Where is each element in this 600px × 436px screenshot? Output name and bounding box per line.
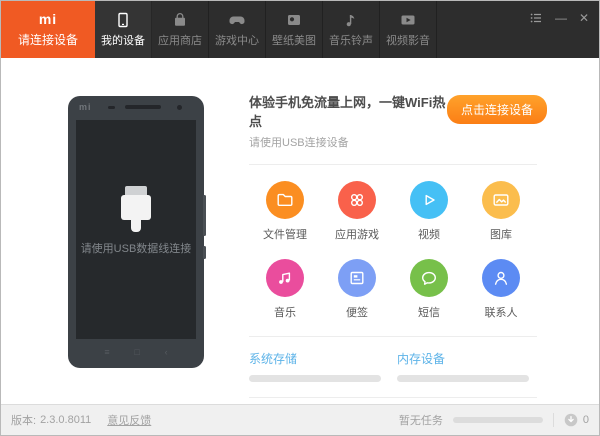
divider bbox=[249, 164, 537, 165]
phone-nav-bar: ≡ □ ‹ bbox=[68, 344, 204, 360]
system-storage: 系统存储 bbox=[249, 350, 381, 382]
phone-menu-icon: ≡ bbox=[104, 347, 110, 357]
statusbar-separator bbox=[552, 413, 554, 427]
connect-tab-label: 请连接设备 bbox=[17, 33, 78, 47]
shortcut-grid: 文件管理 应用游戏 视频 图库 音乐 便签 短信 联系人 bbox=[249, 181, 537, 320]
picture-icon bbox=[285, 11, 303, 29]
shortcut-contacts[interactable]: 联系人 bbox=[465, 259, 537, 320]
header-title: 体验手机免流量上网，一键WiFi热点 bbox=[249, 95, 446, 129]
usb-connect-hint: 请使用USB数据线连接 bbox=[80, 243, 192, 255]
status-bar: 版本: 2.3.0.8011 意见反馈 暂无任务 0 bbox=[1, 404, 599, 435]
tab-game-center[interactable]: 游戏中心 bbox=[209, 1, 266, 58]
folder-icon bbox=[266, 181, 304, 219]
play-icon bbox=[410, 181, 448, 219]
download-icon[interactable] bbox=[564, 413, 578, 427]
shortcut-gallery[interactable]: 图库 bbox=[465, 181, 537, 242]
music-note-icon bbox=[342, 11, 360, 29]
shortcut-messages[interactable]: 短信 bbox=[393, 259, 465, 320]
phone-screen: 请使用USB数据线连接 bbox=[76, 120, 196, 339]
phone-sensor bbox=[108, 106, 115, 109]
phone-icon bbox=[114, 11, 132, 29]
contact-icon bbox=[482, 259, 520, 297]
minimize-icon[interactable]: — bbox=[555, 12, 567, 24]
shortcut-label: 文件管理 bbox=[263, 229, 307, 241]
tab-label: 视频影音 bbox=[386, 35, 430, 47]
divider bbox=[249, 397, 537, 398]
shortcut-video[interactable]: 视频 bbox=[393, 181, 465, 242]
mi-logo: mi bbox=[38, 11, 58, 27]
tab-video[interactable]: 视频影音 bbox=[380, 1, 437, 58]
gallery-icon bbox=[482, 181, 520, 219]
app-window: mi 请连接设备 我的设备 应用商店 游戏中心 壁纸美图 音乐铃声 视频影音 —… bbox=[0, 0, 600, 436]
phone-home-icon: □ bbox=[134, 347, 140, 357]
gamepad-icon bbox=[228, 11, 246, 29]
divider bbox=[249, 336, 537, 337]
storage-section: 系统存储 内存设备 bbox=[249, 350, 537, 382]
content-panel: 体验手机免流量上网，一键WiFi热点 请使用USB连接设备 点击连接设备 文件管… bbox=[249, 58, 547, 427]
phone-panel: mi 请使用USB数据线连接 ≡ □ ‹ bbox=[1, 58, 246, 404]
task-status-text: 暂无任务 bbox=[398, 415, 443, 427]
tab-my-device[interactable]: 我的设备 bbox=[95, 1, 152, 58]
tab-music-ringtones[interactable]: 音乐铃声 bbox=[323, 1, 380, 58]
window-controls: — ✕ bbox=[529, 11, 589, 25]
shortcut-label: 联系人 bbox=[484, 307, 518, 319]
phone-mi-logo: mi bbox=[79, 102, 92, 112]
tab-label: 音乐铃声 bbox=[329, 35, 373, 47]
top-navigation-bar: mi 请连接设备 我的设备 应用商店 游戏中心 壁纸美图 音乐铃声 视频影音 —… bbox=[1, 1, 599, 58]
wifi-hotspot-header: 体验手机免流量上网，一键WiFi热点 请使用USB连接设备 点击连接设备 bbox=[249, 92, 547, 150]
shortcut-apps-games[interactable]: 应用游戏 bbox=[321, 181, 393, 242]
download-count: 0 bbox=[582, 414, 589, 426]
tab-label: 应用商店 bbox=[158, 35, 202, 47]
shortcut-label: 图库 bbox=[490, 229, 512, 241]
tab-label: 壁纸美图 bbox=[272, 35, 316, 47]
shortcut-notes[interactable]: 便签 bbox=[321, 259, 393, 320]
tab-label: 我的设备 bbox=[101, 35, 145, 47]
system-storage-bar bbox=[249, 375, 381, 382]
usb-plug-icon bbox=[121, 186, 151, 232]
music-icon bbox=[266, 259, 304, 297]
feedback-link[interactable]: 意见反馈 bbox=[107, 412, 151, 428]
shortcut-music[interactable]: 音乐 bbox=[249, 259, 321, 320]
tab-wallpapers[interactable]: 壁纸美图 bbox=[266, 1, 323, 58]
shopping-bag-icon bbox=[171, 11, 189, 29]
phone-power-button bbox=[203, 246, 206, 259]
phone-speaker bbox=[125, 105, 161, 109]
note-icon bbox=[338, 259, 376, 297]
shortcut-label: 视频 bbox=[418, 229, 440, 241]
tab-connect-device[interactable]: mi 请连接设备 bbox=[1, 1, 95, 58]
apps-icon bbox=[338, 181, 376, 219]
version-value: 2.3.0.8011 bbox=[40, 414, 92, 426]
storage-label: 内存设备 bbox=[397, 352, 446, 366]
task-progress-bar bbox=[452, 417, 543, 423]
task-list-icon[interactable] bbox=[529, 11, 543, 25]
phone-volume-button bbox=[203, 195, 206, 236]
phone-camera bbox=[177, 105, 182, 110]
video-icon bbox=[399, 11, 417, 29]
shortcut-file-manager[interactable]: 文件管理 bbox=[249, 181, 321, 242]
phone-illustration: mi 请使用USB数据线连接 ≡ □ ‹ bbox=[68, 96, 206, 368]
shortcut-label: 便签 bbox=[346, 307, 368, 319]
connect-device-button[interactable]: 点击连接设备 bbox=[446, 95, 547, 124]
version-label: 版本: bbox=[11, 415, 37, 427]
shortcut-label: 音乐 bbox=[274, 307, 296, 319]
shortcut-label: 应用游戏 bbox=[335, 229, 379, 241]
memory-device: 内存设备 bbox=[397, 350, 529, 382]
memory-device-bar bbox=[397, 375, 529, 382]
header-subtitle: 请使用USB连接设备 bbox=[249, 137, 349, 149]
close-icon[interactable]: ✕ bbox=[579, 12, 589, 24]
message-icon bbox=[410, 259, 448, 297]
storage-label: 系统存储 bbox=[249, 352, 298, 366]
tab-label: 游戏中心 bbox=[215, 35, 259, 47]
shortcut-label: 短信 bbox=[418, 307, 440, 319]
tab-app-store[interactable]: 应用商店 bbox=[152, 1, 209, 58]
phone-back-icon: ‹ bbox=[164, 347, 168, 357]
main-area: mi 请使用USB数据线连接 ≡ □ ‹ 体验手机免流量上网，一键WiFi热点 … bbox=[1, 58, 599, 426]
